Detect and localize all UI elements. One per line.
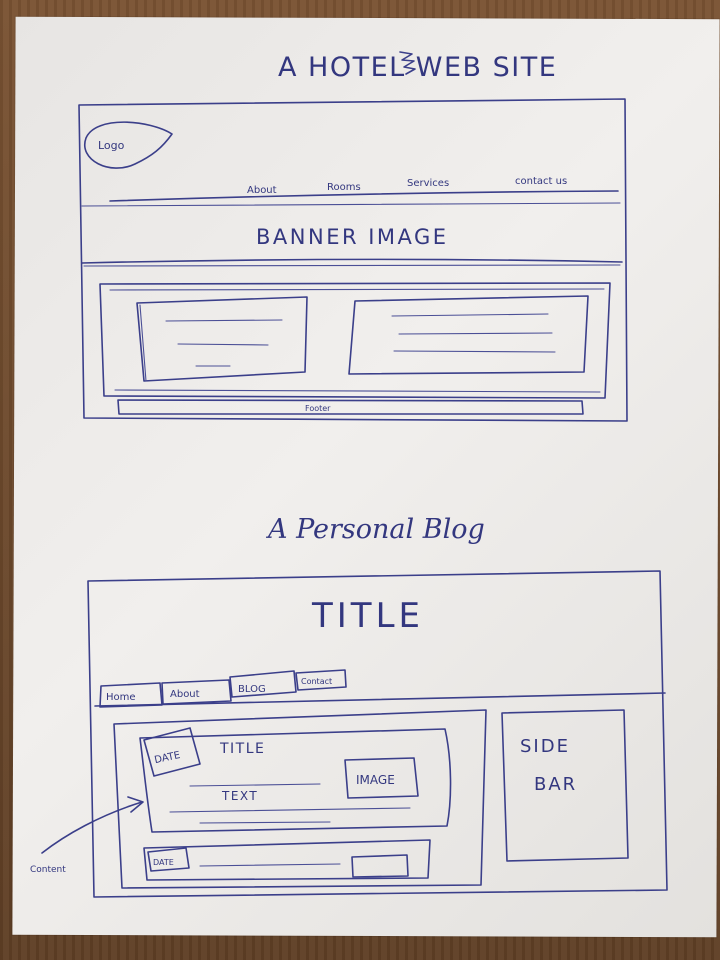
footer-label: Footer [305, 404, 331, 413]
content-box-inner-bottom [114, 389, 601, 393]
post-date: DATE [154, 750, 182, 766]
text-line [398, 332, 553, 335]
tab-about-label: About [170, 689, 200, 700]
text-line [391, 313, 549, 317]
content-box-inner-top [109, 288, 605, 291]
header-divider-lower [81, 202, 621, 207]
text-line [169, 807, 411, 813]
post-card [139, 728, 452, 833]
post-text-label: TEXT [221, 789, 258, 803]
post-date-2: DATE [153, 858, 174, 867]
banner-label: BANNER IMAGE [256, 225, 449, 249]
tab-blog-label: BLOG [238, 684, 266, 695]
blog-heading: A Personal Blog [265, 514, 485, 545]
post-title: TITLE [219, 741, 265, 757]
banner-bottom-line [81, 258, 623, 264]
blog-title: TITLE [311, 596, 424, 636]
post-image-box-2 [351, 854, 409, 878]
hotel-nav-item[interactable]: contact us [515, 176, 567, 187]
text-line [165, 319, 283, 322]
hotel-logo-text: Logo [98, 139, 125, 152]
content-annotation: Content [30, 865, 66, 875]
hotel-nav-item[interactable]: Services [407, 178, 449, 189]
text-line [393, 350, 556, 353]
header-divider [109, 190, 619, 202]
content-card-left [136, 296, 308, 382]
tab-contact-label: Contact [301, 677, 332, 686]
tab-home-label: Home [106, 692, 136, 703]
text-line [199, 863, 341, 867]
hotel-nav-item[interactable]: Rooms [327, 182, 361, 193]
footer-bar [117, 399, 584, 415]
wireframe-sketches: A HOTEL WEB SITE Logo About Rooms Servic… [30, 51, 668, 898]
banner-bottom-line-2 [83, 264, 621, 267]
content-card-right [348, 295, 589, 375]
sidebar-label-1: SIDE [520, 736, 570, 757]
hotel-nav-item[interactable]: About [247, 185, 277, 196]
sidebar-label-2: BAR [534, 774, 577, 795]
text-line [189, 783, 321, 787]
post-card-2 [143, 839, 431, 881]
post-image-label: IMAGE [356, 773, 395, 787]
text-line [199, 821, 331, 824]
hotel-heading: A HOTEL WEB SITE [278, 52, 557, 83]
text-line [177, 343, 269, 346]
